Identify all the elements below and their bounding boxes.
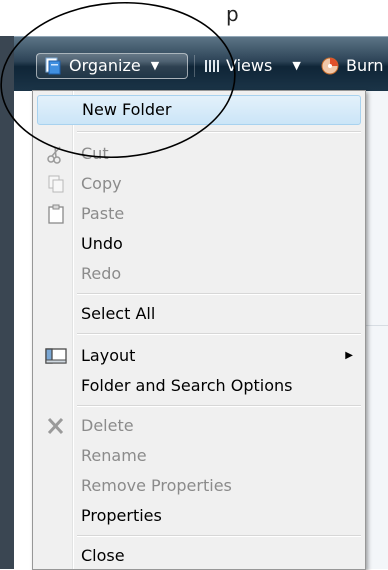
menu-item-label: Folder and Search Options bbox=[81, 376, 293, 395]
menu-item-label: Redo bbox=[81, 264, 122, 283]
menu-item-new-folder[interactable]: New Folder bbox=[37, 95, 361, 125]
menu-separator bbox=[77, 405, 361, 407]
organize-menu: New Folder Cut Copy Paste Undo Redo Sele… bbox=[32, 90, 366, 570]
menu-separator bbox=[77, 535, 361, 537]
partial-text: p bbox=[226, 2, 239, 26]
menu-item-label: Close bbox=[81, 546, 125, 565]
window-left-frame bbox=[0, 36, 14, 569]
menu-item-close[interactable]: Close bbox=[37, 543, 361, 569]
menu-item-copy[interactable]: Copy bbox=[37, 171, 361, 197]
content-divider bbox=[366, 325, 388, 326]
menu-item-layout[interactable]: Layout ▶ bbox=[37, 343, 361, 369]
views-list-icon bbox=[205, 60, 219, 72]
menu-item-cut[interactable]: Cut bbox=[37, 141, 361, 167]
menu-separator bbox=[77, 131, 361, 133]
menu-item-label: Copy bbox=[81, 174, 122, 193]
toolbar-separator bbox=[194, 55, 195, 77]
command-toolbar: Organize ▼ Views ▼ Burn bbox=[14, 36, 388, 91]
menu-item-folder-and-search-options[interactable]: Folder and Search Options bbox=[37, 373, 361, 399]
views-label: Views bbox=[226, 56, 273, 75]
menu-item-undo[interactable]: Undo bbox=[37, 231, 361, 257]
burn-label: Burn bbox=[346, 56, 384, 75]
menu-item-paste[interactable]: Paste bbox=[37, 201, 361, 227]
organize-label: Organize bbox=[69, 56, 141, 75]
menu-item-properties[interactable]: Properties bbox=[37, 503, 361, 529]
burn-button[interactable]: Burn bbox=[320, 53, 384, 79]
burn-disc-icon bbox=[321, 57, 339, 75]
menu-separator bbox=[77, 293, 361, 295]
menu-item-rename[interactable]: Rename bbox=[37, 443, 361, 469]
menu-item-label: Properties bbox=[81, 506, 162, 525]
scissors-icon bbox=[47, 146, 61, 164]
menu-item-redo[interactable]: Redo bbox=[37, 261, 361, 287]
menu-item-label: Layout bbox=[81, 346, 136, 365]
top-area: p bbox=[0, 0, 388, 36]
menu-item-remove-properties[interactable]: Remove Properties bbox=[37, 473, 361, 499]
menu-item-label: Rename bbox=[81, 446, 147, 465]
copy-icon bbox=[48, 175, 64, 193]
menu-item-delete[interactable]: Delete bbox=[37, 413, 361, 439]
menu-item-select-all[interactable]: Select All bbox=[37, 301, 361, 327]
menu-item-label: Paste bbox=[81, 204, 125, 223]
chevron-down-icon: ▼ bbox=[150, 59, 160, 72]
menu-item-label: Select All bbox=[81, 304, 156, 323]
clipboard-icon bbox=[48, 204, 64, 224]
layout-icon bbox=[45, 348, 67, 364]
menu-separator bbox=[77, 333, 361, 335]
organize-folder-icon bbox=[45, 57, 61, 75]
menu-item-label: New Folder bbox=[82, 100, 172, 119]
organize-button[interactable]: Organize ▼ bbox=[36, 53, 188, 79]
content-pane bbox=[366, 90, 388, 569]
menu-item-label: Remove Properties bbox=[81, 476, 232, 495]
chevron-down-icon: ▼ bbox=[292, 59, 301, 72]
views-button[interactable]: Views ▼ bbox=[204, 53, 301, 79]
menu-item-label: Cut bbox=[81, 144, 109, 163]
submenu-arrow-icon: ▶ bbox=[345, 350, 353, 361]
menu-item-label: Undo bbox=[81, 234, 123, 253]
delete-x-icon bbox=[47, 417, 64, 435]
menu-item-label: Delete bbox=[81, 416, 134, 435]
